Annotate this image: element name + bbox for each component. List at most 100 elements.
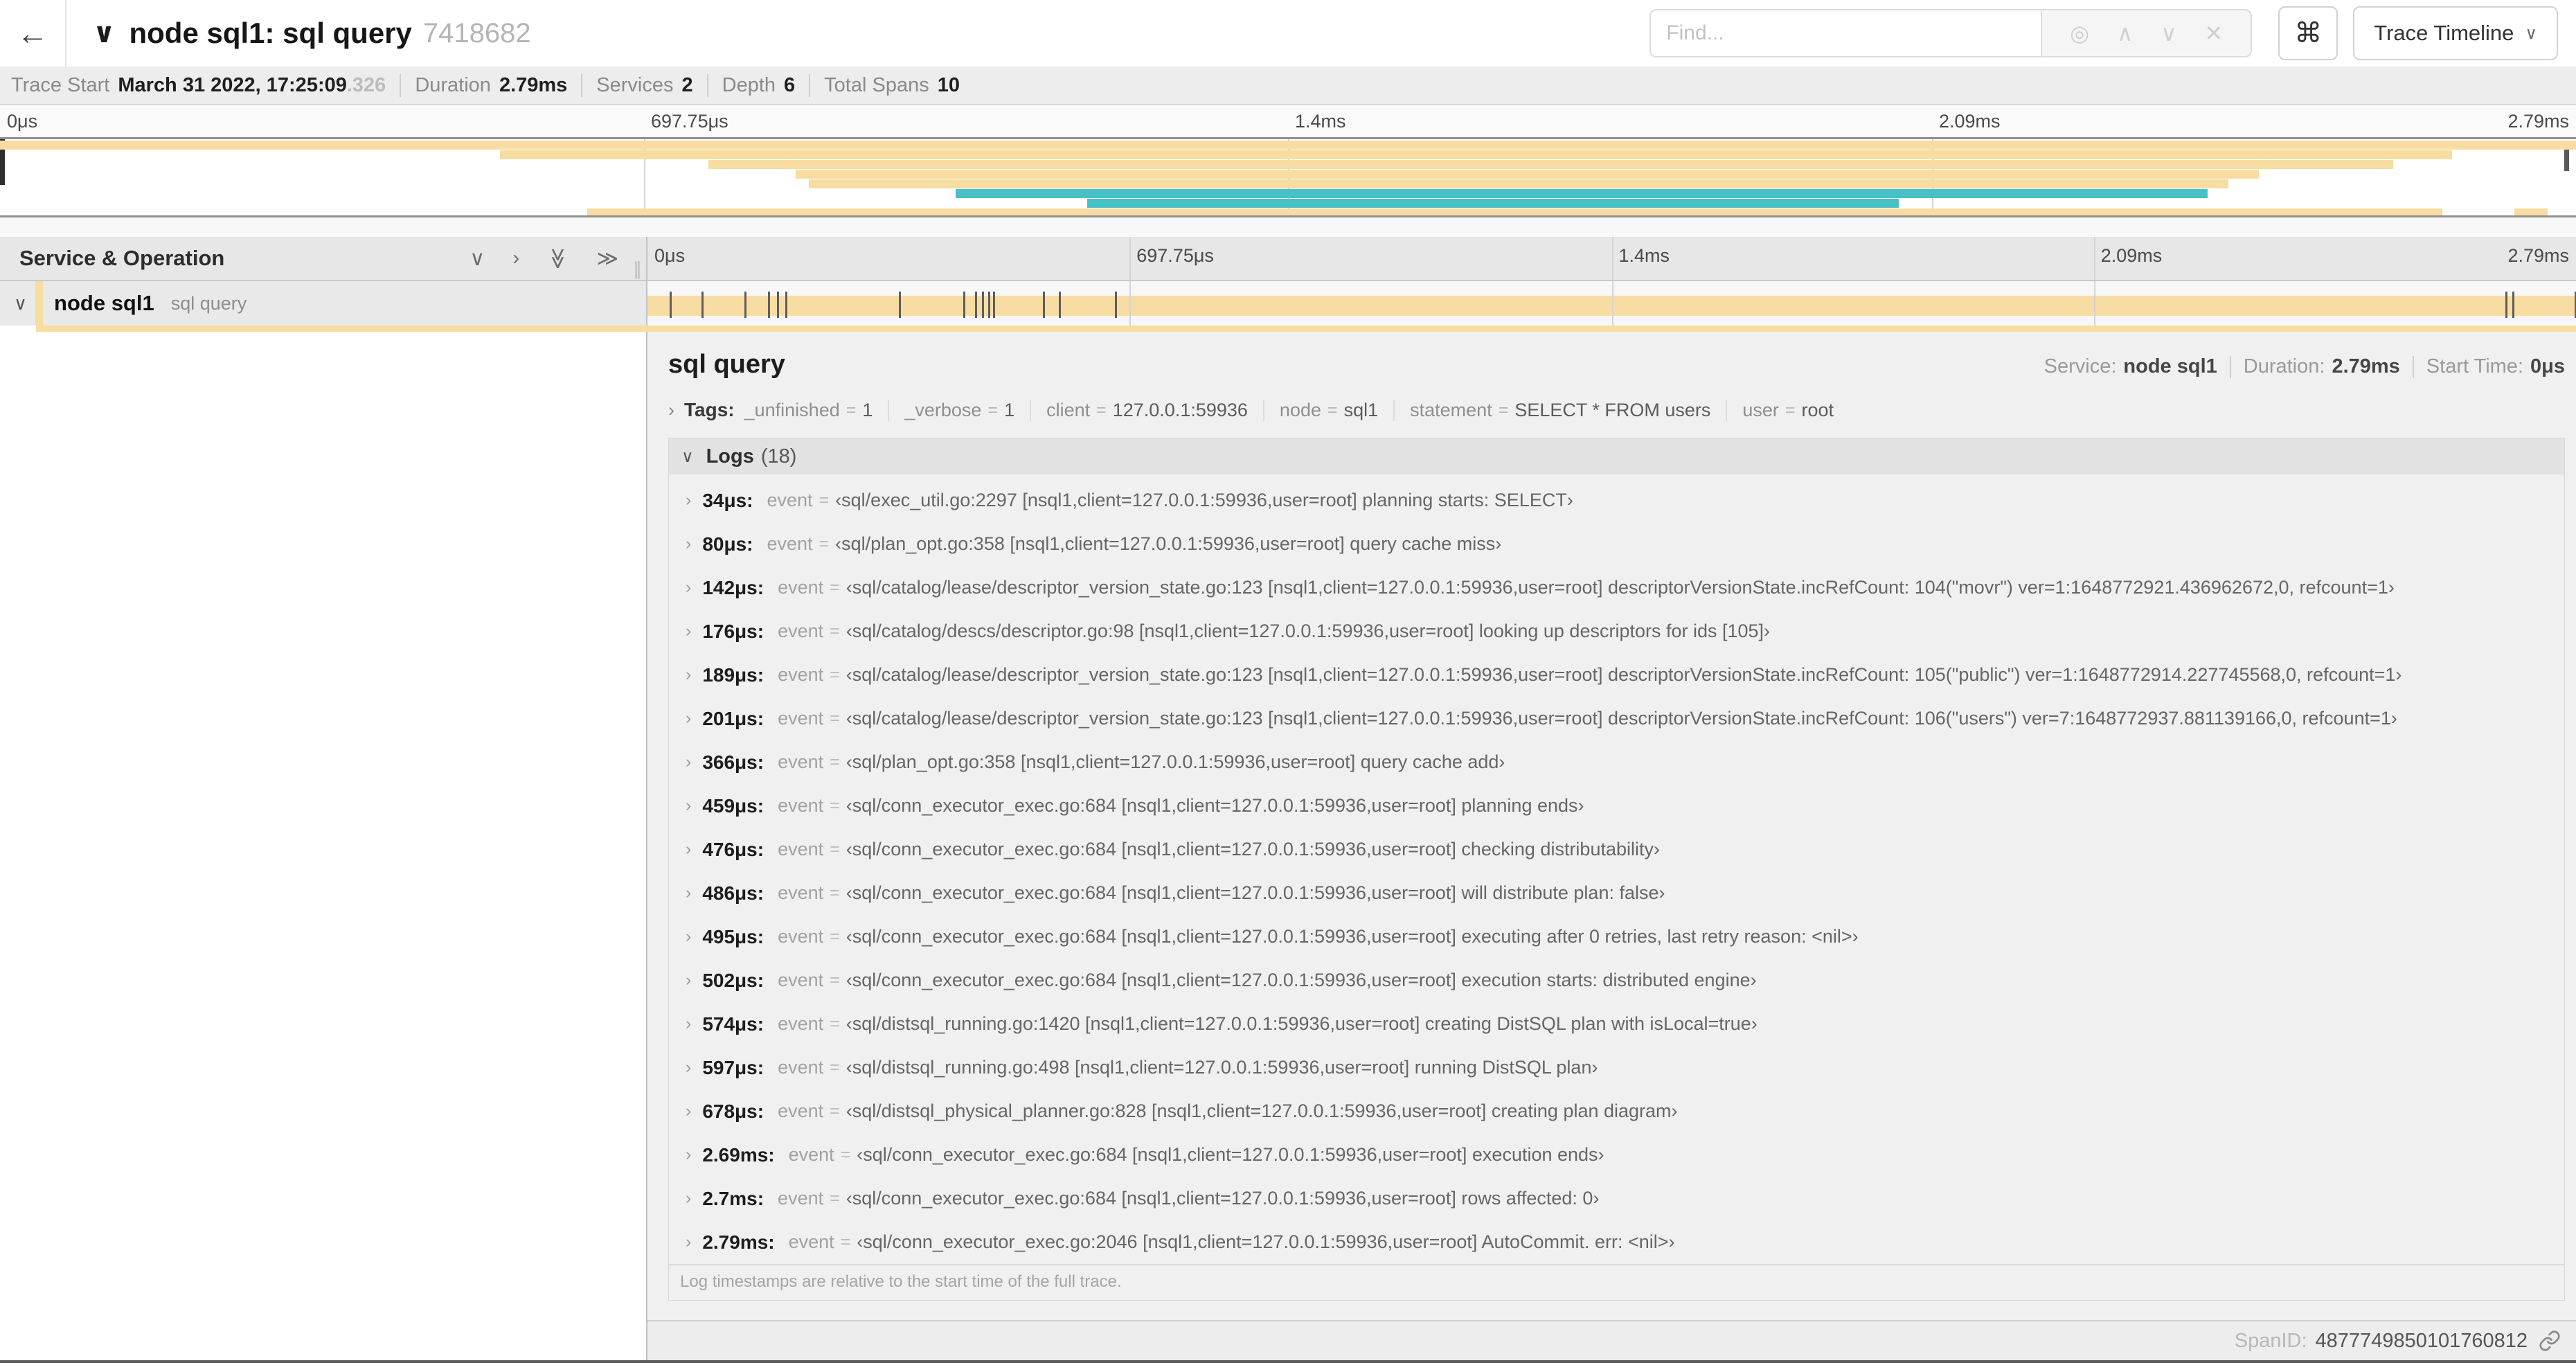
log-row[interactable]: › 2.79ms: event = ‹sql/conn_executor_exec.go…: [669, 1220, 2564, 1264]
log-row[interactable]: › 80μs: event = ‹sql/plan_opt.go:358 [nsql1,…: [669, 522, 2564, 566]
meta-label: Service:: [2043, 355, 2117, 377]
log-row[interactable]: › 597μs: event = ‹sql/distsql_running.go:498…: [669, 1046, 2564, 1089]
chevron-right-icon[interactable]: ›: [686, 839, 691, 859]
log-marker-tick[interactable]: [975, 292, 978, 318]
log-row[interactable]: › 574μs: event = ‹sql/distsql_running.go:142…: [669, 1002, 2564, 1046]
log-row[interactable]: › 366μs: event = ‹sql/plan_opt.go:358 [nsql1…: [669, 740, 2564, 784]
log-row[interactable]: › 476μs: event = ‹sql/conn_executor_exec.go:…: [669, 828, 2564, 871]
log-field-value: ‹sql/catalog/lease/descriptor_version_st…: [846, 664, 2402, 685]
chevron-right-icon[interactable]: ›: [686, 490, 691, 510]
find-next-icon[interactable]: ∨: [2161, 20, 2176, 46]
log-row[interactable]: › 176μs: event = ‹sql/catalog/descs/descript…: [669, 609, 2564, 653]
log-field-value: ‹sql/distsql_physical_planner.go:828 [ns…: [846, 1101, 1678, 1121]
logs-header[interactable]: ∨ Logs (18): [669, 438, 2564, 474]
locate-icon[interactable]: ◎: [2070, 20, 2089, 46]
chevron-right-icon[interactable]: ›: [686, 883, 691, 903]
log-marker-tick[interactable]: [982, 292, 985, 318]
log-row[interactable]: › 2.69ms: event = ‹sql/conn_executor_exec.go…: [669, 1133, 2564, 1177]
chevron-right-icon[interactable]: ›: [686, 970, 691, 990]
logs-block: ∨ Logs (18) › 34μs: event = ‹sql/exec_util.g…: [668, 438, 2565, 1301]
find-clear-icon[interactable]: ✕: [2205, 20, 2224, 46]
collapse-one-icon[interactable]: ∨: [469, 247, 485, 271]
column-resize-grip[interactable]: ∥: [633, 258, 642, 280]
log-marker-tick[interactable]: [776, 292, 779, 318]
log-field-key: event: [778, 882, 824, 903]
span-name-row[interactable]: ∨ node sql1 sql query: [0, 281, 646, 326]
log-marker-tick[interactable]: [963, 292, 966, 318]
trace-content: ∨ node sql1 sql query sql query Service:…: [0, 281, 2576, 1360]
span-detail-title: sql query: [668, 350, 785, 379]
axis-tick-label: 697.75μs: [651, 111, 728, 132]
log-marker-tick[interactable]: [1058, 292, 1061, 318]
log-row[interactable]: › 34μs: event = ‹sql/exec_util.go:2297 [nsql…: [669, 479, 2564, 522]
chevron-right-icon[interactable]: ›: [686, 1014, 691, 1034]
log-row[interactable]: › 2.7ms: event = ‹sql/conn_executor_exec.go:…: [669, 1177, 2564, 1220]
chevron-right-icon[interactable]: ›: [686, 534, 691, 554]
log-row[interactable]: › 486μs: event = ‹sql/conn_executor_exec.go:…: [669, 871, 2564, 915]
timeline-gridline: [1129, 281, 1132, 326]
view-select-button[interactable]: Trace Timeline ∨: [2353, 6, 2558, 60]
chevron-right-icon[interactable]: ›: [686, 1058, 691, 1078]
log-marker-tick[interactable]: [988, 292, 991, 318]
log-marker-tick[interactable]: [1114, 292, 1117, 318]
log-marker-tick[interactable]: [2505, 292, 2508, 318]
summary-item-label: Duration: [415, 73, 491, 96]
expand-all-icon[interactable]: ≫: [597, 247, 618, 271]
log-marker-tick[interactable]: [767, 292, 770, 318]
log-row[interactable]: › 189μs: event = ‹sql/catalog/lease/descript…: [669, 653, 2564, 697]
span-detail-panel: sql query Service: node sql1 Duration: 2.79…: [647, 326, 2576, 1320]
log-row[interactable]: › 502μs: event = ‹sql/conn_executor_exec.go:…: [669, 959, 2564, 1002]
log-row[interactable]: › 495μs: event = ‹sql/conn_executor_exec.go:…: [669, 915, 2564, 959]
chevron-right-icon[interactable]: ›: [686, 665, 691, 685]
log-equals: =: [830, 839, 840, 859]
log-field-key: event: [778, 839, 824, 859]
tags-row[interactable]: › Tags: _unfinished = 1 _verbose = 1 client = 12…: [668, 399, 2565, 421]
link-icon[interactable]: [2539, 1330, 2561, 1352]
log-marker-tick[interactable]: [701, 292, 704, 318]
top-bar: ← ∨ node sql1: sql query 7418682 ◎ ∧ ∨ ✕…: [0, 0, 2576, 66]
chevron-right-icon[interactable]: ›: [686, 1232, 691, 1252]
log-timestamp: 495μs:: [702, 925, 764, 947]
chevron-right-icon[interactable]: ›: [686, 796, 691, 816]
timeline-header: Service & Operation ∨ › ≫ ≫ ∥ 0μs 697.75μ…: [0, 237, 2576, 281]
log-equals: =: [830, 709, 840, 728]
service-operation-title: Service & Operation: [19, 246, 225, 270]
chevron-right-icon[interactable]: ›: [686, 709, 691, 729]
spanid-row: SpanID: 4877749850101760812: [647, 1320, 2576, 1360]
minimap-canvas[interactable]: [0, 137, 2576, 217]
log-marker-tick[interactable]: [993, 292, 996, 318]
log-marker-tick[interactable]: [669, 292, 672, 318]
span-bar-row[interactable]: [647, 281, 2576, 326]
chevron-right-icon[interactable]: ›: [686, 927, 691, 947]
log-marker-tick[interactable]: [785, 292, 787, 318]
back-button[interactable]: ←: [0, 0, 66, 66]
expand-one-icon[interactable]: ›: [512, 247, 519, 270]
log-marker-tick[interactable]: [2512, 292, 2515, 318]
chevron-right-icon[interactable]: ›: [668, 400, 674, 421]
chevron-right-icon[interactable]: ›: [686, 578, 691, 598]
log-marker-tick[interactable]: [899, 292, 902, 318]
tag-value: SELECT * FROM users: [1514, 399, 1711, 420]
chevron-right-icon[interactable]: ›: [686, 1101, 691, 1121]
chevron-right-icon[interactable]: ›: [686, 1188, 691, 1209]
chevron-right-icon[interactable]: ›: [686, 621, 691, 641]
log-row[interactable]: › 201μs: event = ‹sql/catalog/lease/descript…: [669, 697, 2564, 740]
find-prev-icon[interactable]: ∧: [2117, 20, 2133, 46]
log-marker-tick[interactable]: [744, 292, 746, 318]
chevron-down-icon[interactable]: ∨: [681, 447, 694, 467]
keyboard-shortcuts-button[interactable]: ⌘: [2278, 6, 2338, 60]
chevron-down-icon[interactable]: ∨: [14, 293, 27, 314]
timeline-gridline: [2093, 237, 2095, 280]
log-row[interactable]: › 142μs: event = ‹sql/catalog/lease/descript…: [669, 566, 2564, 609]
trace-collapse-icon[interactable]: ∨: [93, 17, 115, 49]
log-row[interactable]: › 459μs: event = ‹sql/conn_executor_exec.go:…: [669, 784, 2564, 828]
log-timestamp: 34μs:: [702, 489, 753, 511]
collapse-all-icon[interactable]: ≫: [546, 247, 570, 269]
axis-tick-label: 1.4ms: [1295, 111, 1346, 132]
span-timeline-column: sql query Service: node sql1 Duration: 2.79…: [647, 281, 2576, 1360]
log-row[interactable]: › 678μs: event = ‹sql/distsql_physical_plann…: [669, 1089, 2564, 1133]
find-input[interactable]: [1649, 9, 2041, 57]
chevron-right-icon[interactable]: ›: [686, 1145, 691, 1165]
log-marker-tick[interactable]: [1042, 292, 1045, 318]
chevron-right-icon[interactable]: ›: [686, 752, 691, 772]
